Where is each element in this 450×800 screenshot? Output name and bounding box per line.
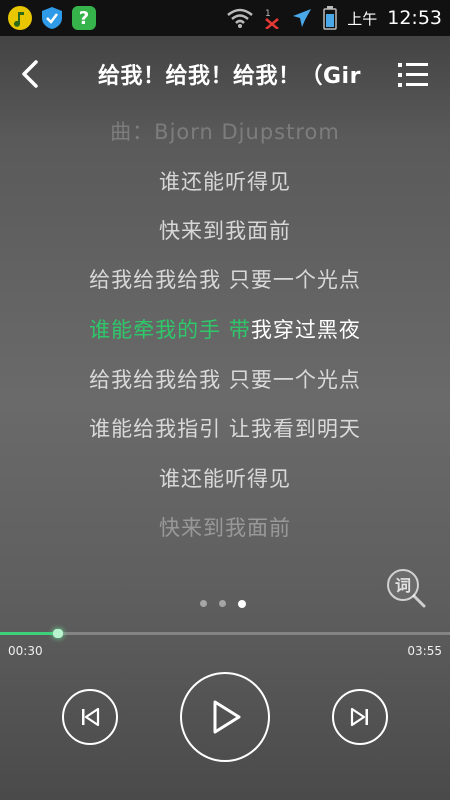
airplane-icon <box>293 9 312 27</box>
progress-bar[interactable] <box>0 629 450 638</box>
back-button[interactable] <box>12 54 52 94</box>
lyric-line: 给我给我给我 只要一个光点 <box>89 368 361 392</box>
progress-fill <box>0 632 58 635</box>
lyric-line: 谁还能听得见 <box>159 170 291 194</box>
page-indicator <box>200 599 246 608</box>
lyric-line: 谁还能听得见 <box>159 467 291 491</box>
lyric-search-icon: 词 <box>387 569 426 608</box>
lyrics-view[interactable]: 曲：Bjorn Djupstrom 谁还能听得见 快来到我面前 给我给我给我 只… <box>0 110 450 550</box>
elapsed-time: 00:30 <box>8 644 43 658</box>
playlist-menu-button[interactable] <box>394 58 434 92</box>
page-dot[interactable] <box>219 600 226 607</box>
song-title: 给我！给我！给我！（Gir <box>98 64 361 89</box>
signal-off-icon: 1 <box>265 9 280 29</box>
help-app-icon: ? <box>72 6 96 30</box>
shield-app-icon <box>40 6 64 30</box>
music-app-icon <box>8 6 32 30</box>
previous-track-button[interactable] <box>62 689 118 745</box>
play-button[interactable] <box>180 672 270 762</box>
skip-next-icon <box>350 707 368 727</box>
next-track-button[interactable] <box>332 689 388 745</box>
play-icon <box>213 700 241 734</box>
lyric-line: 曲：Bjorn Djupstrom <box>110 120 340 144</box>
clock-time: 12:53 <box>387 7 442 29</box>
song-title-marquee: 给我！给我！给我！（Gir <box>98 58 380 94</box>
current-lyric-line: 谁能牵我的手 带我穿过黑夜 <box>0 314 450 344</box>
page-dot[interactable] <box>200 600 207 607</box>
ampm-label: 上午 <box>347 9 378 28</box>
battery-icon <box>323 6 337 30</box>
unsung-lyric-part: 我穿过黑夜 <box>250 318 361 342</box>
lyric-line: 快来到我面前 <box>159 516 291 540</box>
chevron-left-icon <box>22 60 38 88</box>
list-menu-icon <box>398 63 428 87</box>
progress-thumb[interactable] <box>52 629 63 638</box>
lyric-line: 快来到我面前 <box>159 219 291 243</box>
svg-text:1: 1 <box>265 9 271 19</box>
player-header: 给我！给我！给我！（Gir <box>0 36 450 114</box>
sung-lyric-part: 谁能牵我的手 带 <box>89 318 251 342</box>
lyric-search-button[interactable]: 词 <box>384 566 428 610</box>
lyric-line: 谁能给我指引 让我看到明天 <box>89 417 361 441</box>
lyric-search-label: 词 <box>395 576 411 595</box>
page-dot-active[interactable] <box>238 599 246 608</box>
status-bar: ? 1 上午 12:53 <box>0 0 450 36</box>
total-time: 03:55 <box>407 644 442 658</box>
skip-previous-icon <box>82 707 100 727</box>
wifi-icon <box>227 8 254 28</box>
lyric-line: 给我给我给我 只要一个光点 <box>89 268 361 292</box>
